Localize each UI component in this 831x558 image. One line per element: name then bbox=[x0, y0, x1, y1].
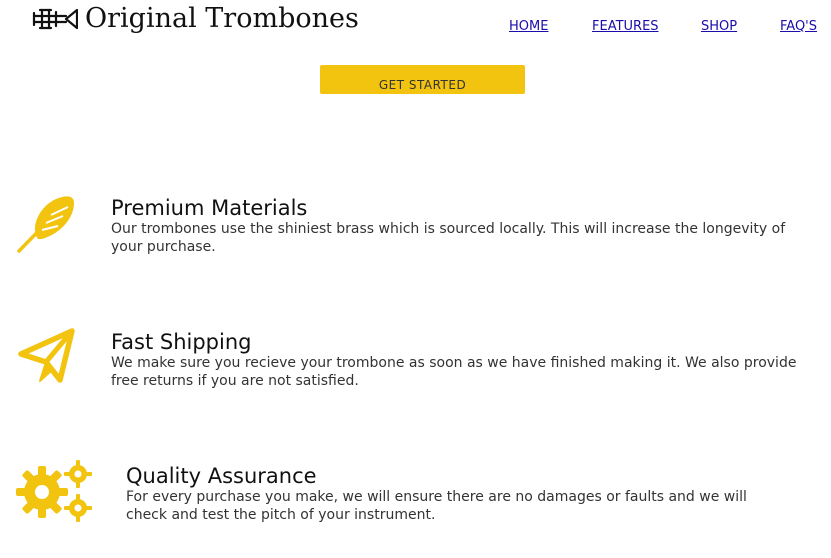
feature-description: We make sure you recieve your trombone a… bbox=[111, 355, 797, 389]
gears-icon bbox=[16, 460, 92, 522]
feature-title: Premium Materials bbox=[111, 196, 308, 220]
feather-icon bbox=[17, 196, 74, 253]
feature-title: Quality Assurance bbox=[126, 464, 317, 488]
nav-shop-link[interactable]: SHOP bbox=[701, 19, 737, 34]
site-header: Original Trombones HOME FEATURES SHOP FA… bbox=[0, 0, 831, 50]
main-nav: HOME FEATURES SHOP FAQ'S bbox=[0, 19, 831, 39]
get-started-button[interactable]: GET STARTED bbox=[320, 65, 525, 94]
nav-faqs-link[interactable]: FAQ'S bbox=[780, 19, 817, 34]
nav-home-link[interactable]: HOME bbox=[509, 19, 548, 34]
feature-description: For every purchase you make, we will ens… bbox=[126, 489, 747, 523]
feature-title: Fast Shipping bbox=[111, 330, 252, 354]
feature-description: Our trombones use the shiniest brass whi… bbox=[111, 221, 786, 255]
paper-plane-icon bbox=[18, 328, 75, 383]
nav-features-link[interactable]: FEATURES bbox=[592, 19, 659, 34]
